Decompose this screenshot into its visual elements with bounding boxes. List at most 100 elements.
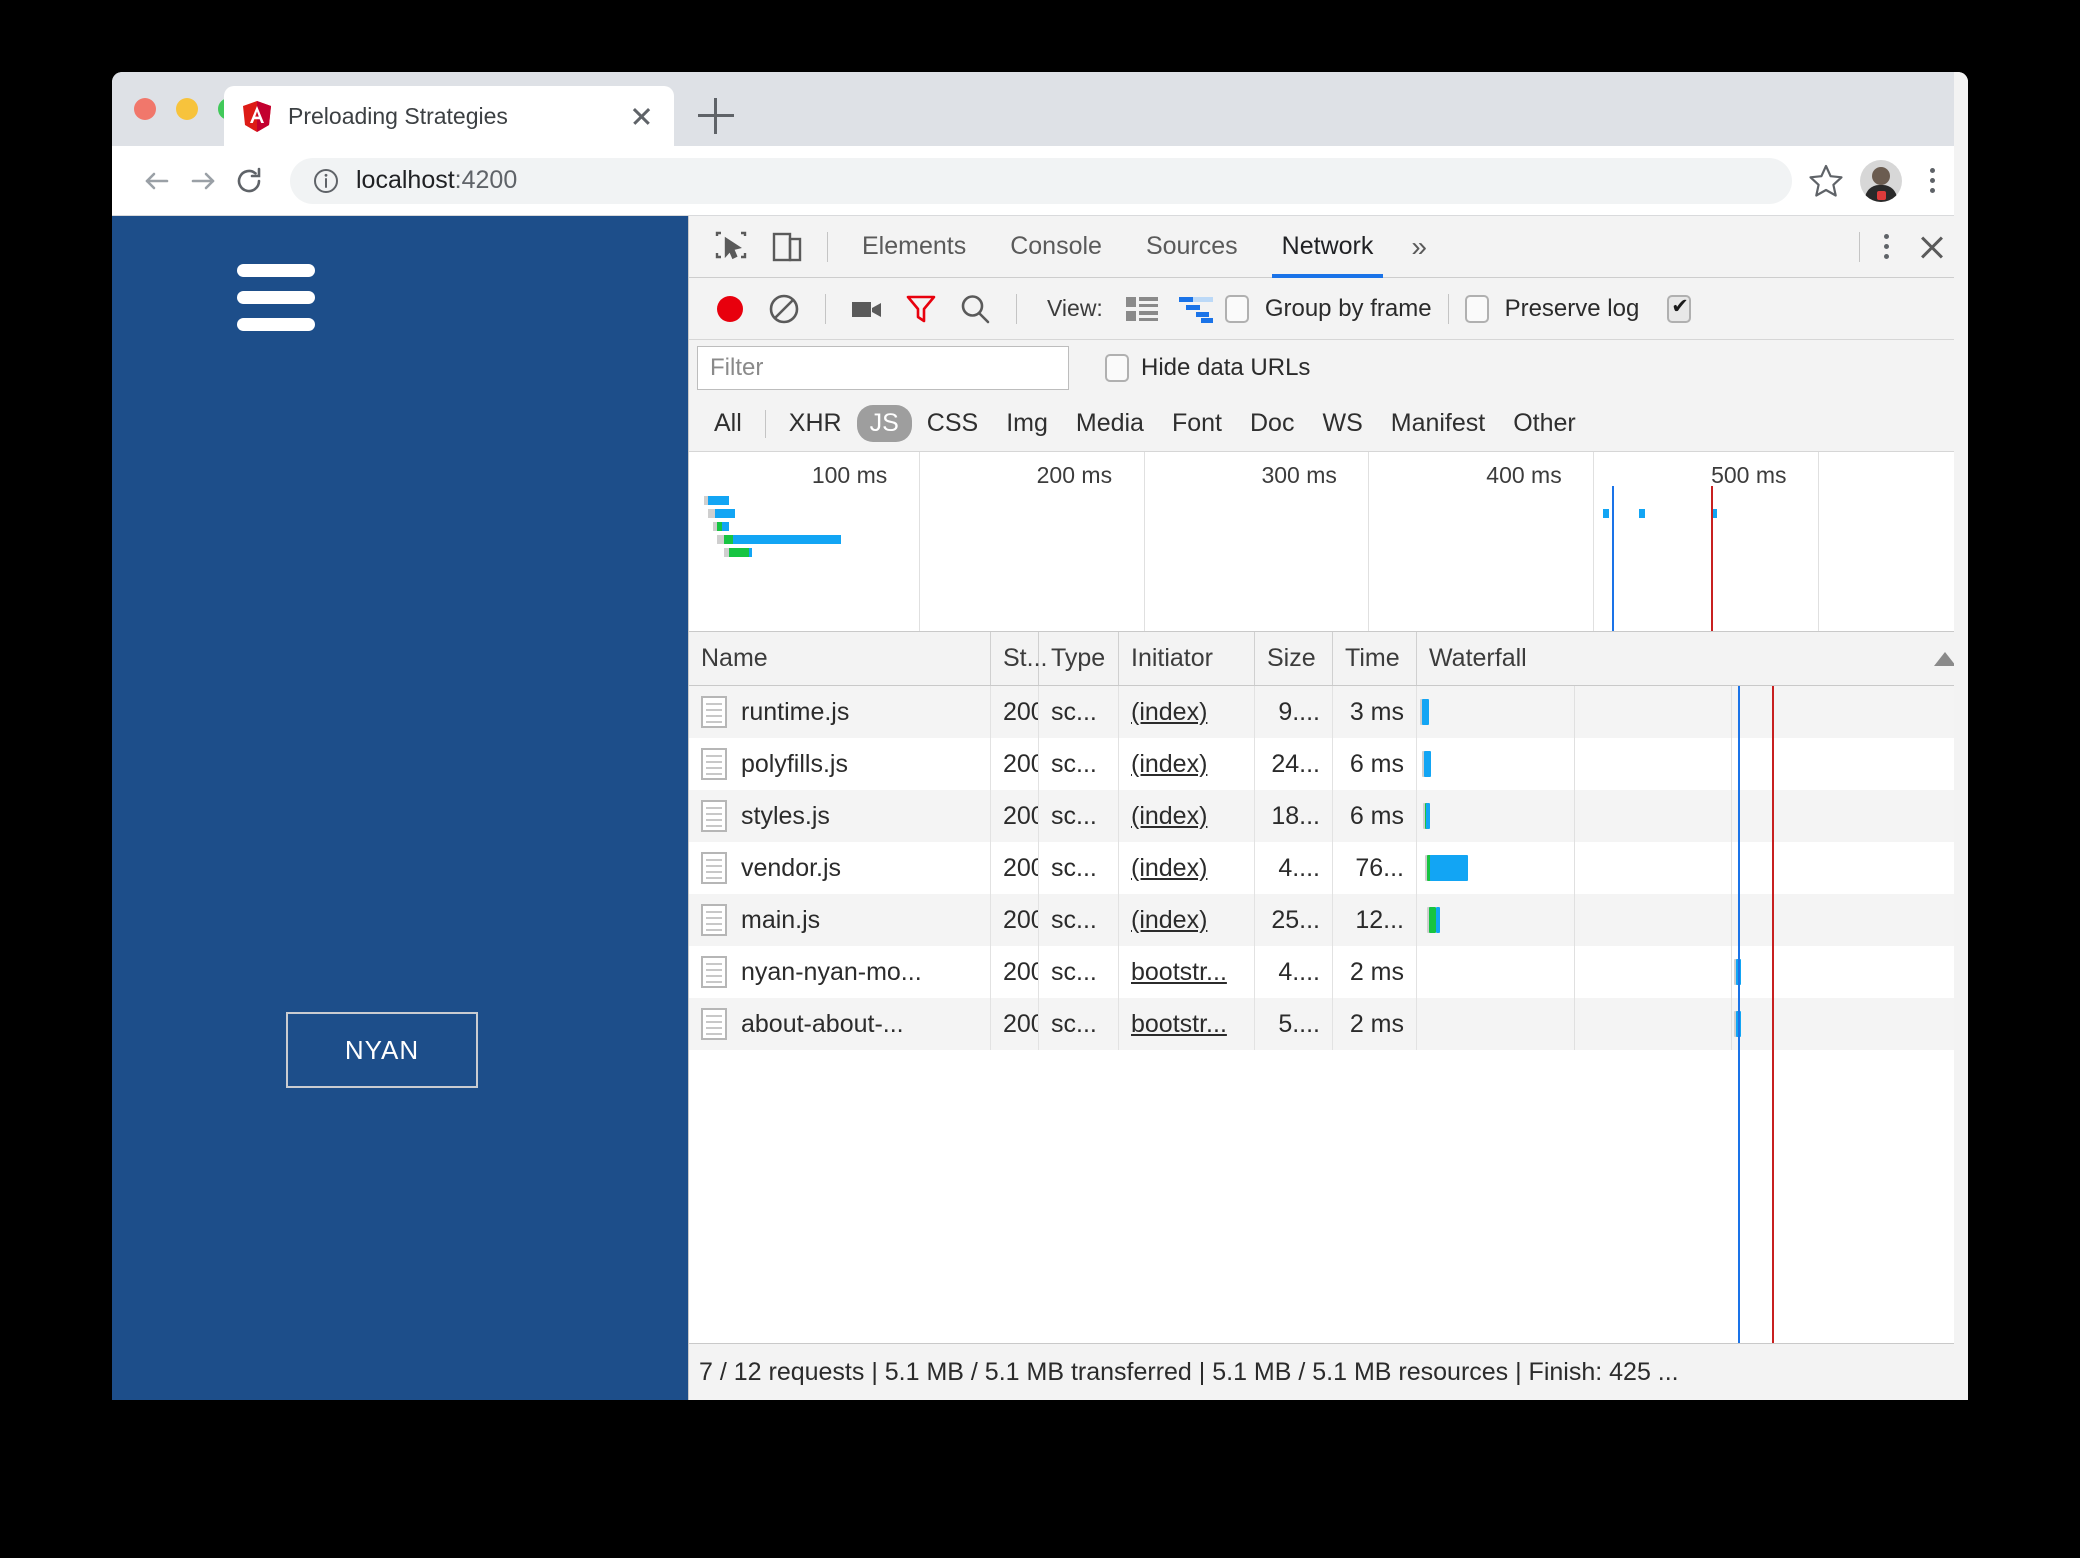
type-filter-js[interactable]: JS (856, 405, 912, 442)
cell-initiator: (index) (1119, 842, 1255, 894)
search-icon[interactable] (950, 284, 1000, 334)
initiator-link[interactable]: (index) (1131, 802, 1207, 831)
column-header-waterfall[interactable]: Waterfall (1417, 632, 1968, 685)
table-row[interactable]: runtime.js 200sc... (index) 9....3 ms (689, 686, 1968, 738)
waterfall-gridline (1574, 686, 1576, 738)
overview-tick-label: 500 ms (1711, 462, 1787, 488)
load-event-line (1772, 1050, 1775, 1343)
waterfall-gridline (1731, 686, 1733, 738)
inspect-element-icon[interactable] (709, 225, 753, 269)
tab-sources[interactable]: Sources (1124, 216, 1260, 278)
waterfall-gridline (1731, 998, 1733, 1050)
divider (764, 409, 766, 438)
table-row[interactable]: main.js 200sc... (index) 25...12... (689, 894, 1968, 946)
star-icon[interactable] (1806, 161, 1846, 201)
record-icon[interactable] (705, 284, 755, 334)
device-toolbar-icon[interactable] (765, 225, 809, 269)
type-filter-ws[interactable]: WS (1309, 405, 1375, 442)
group-by-frame-label: Group by frame (1264, 294, 1432, 322)
divider (827, 231, 828, 262)
type-filter-font[interactable]: Font (1159, 405, 1235, 442)
file-icon (701, 852, 727, 884)
table-row[interactable]: polyfills.js 200sc... (index) 24...6 ms (689, 738, 1968, 790)
type-filter-img[interactable]: Img (993, 405, 1061, 442)
column-header-initiator[interactable]: Initiator (1119, 632, 1255, 685)
type-filter-manifest[interactable]: Manifest (1378, 405, 1498, 442)
tab-elements[interactable]: Elements (840, 216, 988, 278)
close-icon[interactable] (624, 99, 658, 133)
load-event-line (1711, 486, 1714, 631)
list-view-icon[interactable] (1117, 284, 1167, 334)
back-arrow-icon[interactable] (134, 158, 180, 204)
avatar[interactable] (1860, 159, 1902, 202)
group-by-frame-checkbox[interactable] (1224, 294, 1249, 323)
clear-icon[interactable] (759, 284, 809, 334)
cell-initiator: (index) (1119, 894, 1255, 946)
waterfall-view-icon[interactable] (1171, 284, 1221, 334)
preserve-log-checkbox[interactable] (1464, 294, 1489, 323)
browser-tab[interactable]: Preloading Strategies (224, 86, 674, 146)
tab-console[interactable]: Console (988, 216, 1124, 278)
address-bar[interactable]: localhost:4200 (290, 157, 1792, 204)
type-filter-doc[interactable]: Doc (1237, 405, 1307, 442)
hide-data-urls-checkbox[interactable] (1105, 354, 1129, 382)
initiator-link[interactable]: (index) (1131, 698, 1207, 727)
resource-type-filters: All XHR JS CSS Img Media Font Doc WS Man… (689, 396, 1968, 452)
minimize-window-button[interactable] (176, 98, 198, 120)
devtools-scrollbar[interactable] (1954, 72, 1968, 1400)
cell-name: vendor.js (689, 842, 991, 894)
waterfall-bar-segment (1421, 699, 1429, 725)
request-name: styles.js (741, 801, 830, 830)
table-row[interactable]: vendor.js 200sc... (index) 4....76... (689, 842, 1968, 894)
more-tabs-icon[interactable]: » (1395, 231, 1443, 263)
hamburger-menu-icon[interactable] (237, 264, 315, 345)
waterfall-gridline (1574, 946, 1576, 998)
type-filter-all[interactable]: All (701, 405, 755, 442)
cell-size: 4.... (1255, 842, 1333, 894)
initiator-link[interactable]: bootstr... (1131, 1010, 1227, 1039)
devtools-menu-icon[interactable] (1872, 227, 1900, 267)
type-filter-media[interactable]: Media (1063, 405, 1157, 442)
info-icon[interactable] (312, 167, 340, 195)
cell-size: 9.... (1255, 686, 1333, 738)
cell-waterfall (1417, 790, 1968, 842)
filter-input[interactable] (697, 346, 1069, 390)
column-header-size[interactable]: Size (1255, 632, 1333, 685)
type-filter-css[interactable]: CSS (914, 405, 991, 442)
camera-icon[interactable] (842, 284, 892, 334)
initiator-link[interactable]: (index) (1131, 906, 1207, 935)
overview-request-bar (715, 509, 736, 518)
tab-network[interactable]: Network (1260, 216, 1396, 278)
column-header-type[interactable]: Type (1039, 632, 1119, 685)
initiator-link[interactable]: (index) (1131, 854, 1207, 883)
reload-icon[interactable] (226, 158, 272, 204)
filter-funnel-icon[interactable] (896, 284, 946, 334)
cell-waterfall (1417, 998, 1968, 1050)
kebab-menu-icon[interactable] (1918, 161, 1946, 201)
close-window-button[interactable] (134, 98, 156, 120)
network-overview-timeline[interactable]: 100 ms 200 ms 300 ms 400 ms 500 ms (689, 452, 1968, 632)
load-event-line (1772, 894, 1775, 946)
browser-tab-title: Preloading Strategies (288, 102, 508, 129)
file-icon (701, 956, 727, 988)
type-filter-xhr[interactable]: XHR (776, 405, 855, 442)
initiator-link[interactable]: bootstr... (1131, 958, 1227, 987)
column-header-name[interactable]: Name (689, 632, 991, 685)
initiator-link[interactable]: (index) (1131, 750, 1207, 779)
column-header-time[interactable]: Time (1333, 632, 1417, 685)
table-row[interactable]: nyan-nyan-mo... 200sc... bootstr... 4....2 … (689, 946, 1968, 998)
forward-arrow-icon[interactable] (180, 158, 226, 204)
disable-cache-checkbox[interactable] (1667, 293, 1692, 323)
dom-content-loaded-line (1737, 738, 1740, 790)
type-filter-other[interactable]: Other (1500, 405, 1589, 442)
browser-window: Preloading Strategies localhost:4200 NYA… (112, 72, 1968, 1400)
dom-content-loaded-line (1737, 842, 1740, 894)
table-row[interactable]: styles.js 200sc... (index) 18...6 ms (689, 790, 1968, 842)
nyan-button[interactable]: NYAN (286, 1012, 478, 1088)
cell-initiator: bootstr... (1119, 946, 1255, 998)
close-devtools-icon[interactable] (1910, 225, 1954, 269)
waterfall-gridline (1574, 998, 1576, 1050)
column-header-status[interactable]: St... (991, 632, 1047, 685)
new-tab-button[interactable] (698, 98, 734, 134)
table-row[interactable]: about-about-... 200sc... bootstr... 5....2 … (689, 998, 1968, 1050)
